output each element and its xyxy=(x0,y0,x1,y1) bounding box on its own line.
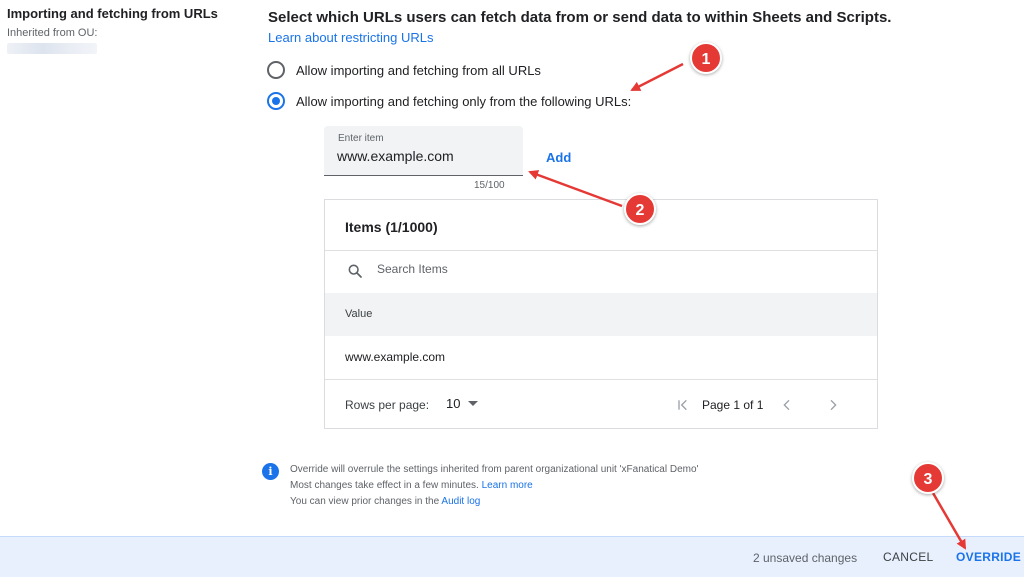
search-row xyxy=(325,250,877,293)
table-row[interactable]: www.example.com xyxy=(325,336,877,379)
column-header-value: Value xyxy=(345,308,373,320)
section-header: Importing and fetching from URLs Inherit… xyxy=(7,6,247,54)
table-cell: www.example.com xyxy=(345,350,446,364)
unsaved-changes-status: 2 unsaved changes xyxy=(753,551,858,565)
save-bar: 2 unsaved changes CANCEL OVERRIDE xyxy=(0,536,1024,577)
info-line-2: Most changes take effect in a few minute… xyxy=(290,478,810,494)
enter-item-field[interactable]: Enter item xyxy=(324,126,523,176)
radio-checked[interactable] xyxy=(267,92,285,110)
first-page-icon[interactable] xyxy=(675,397,691,413)
info-line-2-text: Most changes take effect in a few minute… xyxy=(290,480,479,491)
annotation-badge-2: 2 xyxy=(624,193,656,225)
annotation-badge-3: 3 xyxy=(912,462,944,494)
items-table: Items (1/1000) Value www.example.com Row… xyxy=(324,199,878,429)
override-button[interactable]: OVERRIDE xyxy=(956,550,1021,564)
chevron-left-icon[interactable] xyxy=(779,397,795,413)
section-title: Importing and fetching from URLs xyxy=(7,6,218,21)
option-label: Allow importing and fetching only from t… xyxy=(296,93,632,109)
search-items-input[interactable] xyxy=(377,262,677,276)
rows-per-page-label: Rows per page: xyxy=(345,398,430,412)
option-all-urls[interactable]: Allow importing and fetching from all UR… xyxy=(267,61,541,79)
inherited-ou-redacted xyxy=(7,43,97,54)
option-following-urls[interactable]: Allow importing and fetching only from t… xyxy=(267,92,631,110)
annotation-badge-1: 1 xyxy=(690,42,722,74)
enter-item-label: Enter item xyxy=(338,133,384,144)
info-icon: i xyxy=(262,463,279,480)
info-line-3: You can view prior changes in the Audit … xyxy=(290,494,810,510)
char-counter: 15/100 xyxy=(474,180,505,191)
chevron-right-icon[interactable] xyxy=(825,397,841,413)
info-line-3-text: You can view prior changes in the xyxy=(290,496,440,507)
dropdown-caret-icon xyxy=(468,401,479,406)
info-text: Override will overrule the settings inhe… xyxy=(290,462,810,510)
page-info: Page 1 of 1 xyxy=(702,398,764,412)
rows-per-page-select[interactable]: 10 xyxy=(446,396,479,411)
audit-log-link[interactable]: Audit log xyxy=(441,496,480,507)
learn-more-link[interactable]: Learn more xyxy=(482,480,533,491)
search-icon xyxy=(348,264,362,278)
pagination: Rows per page: 10 Page 1 of 1 xyxy=(325,380,877,430)
annotation-arrow-1 xyxy=(630,62,684,92)
add-button[interactable]: Add xyxy=(546,150,571,165)
inherited-label: Inherited from OU: xyxy=(7,27,98,39)
items-count-title: Items (1/1000) xyxy=(345,219,438,235)
setting-description: Select which URLs users can fetch data f… xyxy=(268,9,892,26)
table-header: Value xyxy=(325,293,877,336)
info-line-1: Override will overrule the settings inhe… xyxy=(290,464,699,475)
option-label: Allow importing and fetching from all UR… xyxy=(296,62,541,78)
radio-unchecked[interactable] xyxy=(267,61,285,79)
learn-restricting-urls-link[interactable]: Learn about restricting URLs xyxy=(268,30,433,45)
cancel-button[interactable]: CANCEL xyxy=(883,550,933,564)
rows-per-page-value: 10 xyxy=(446,396,461,411)
enter-item-input[interactable] xyxy=(337,148,517,164)
